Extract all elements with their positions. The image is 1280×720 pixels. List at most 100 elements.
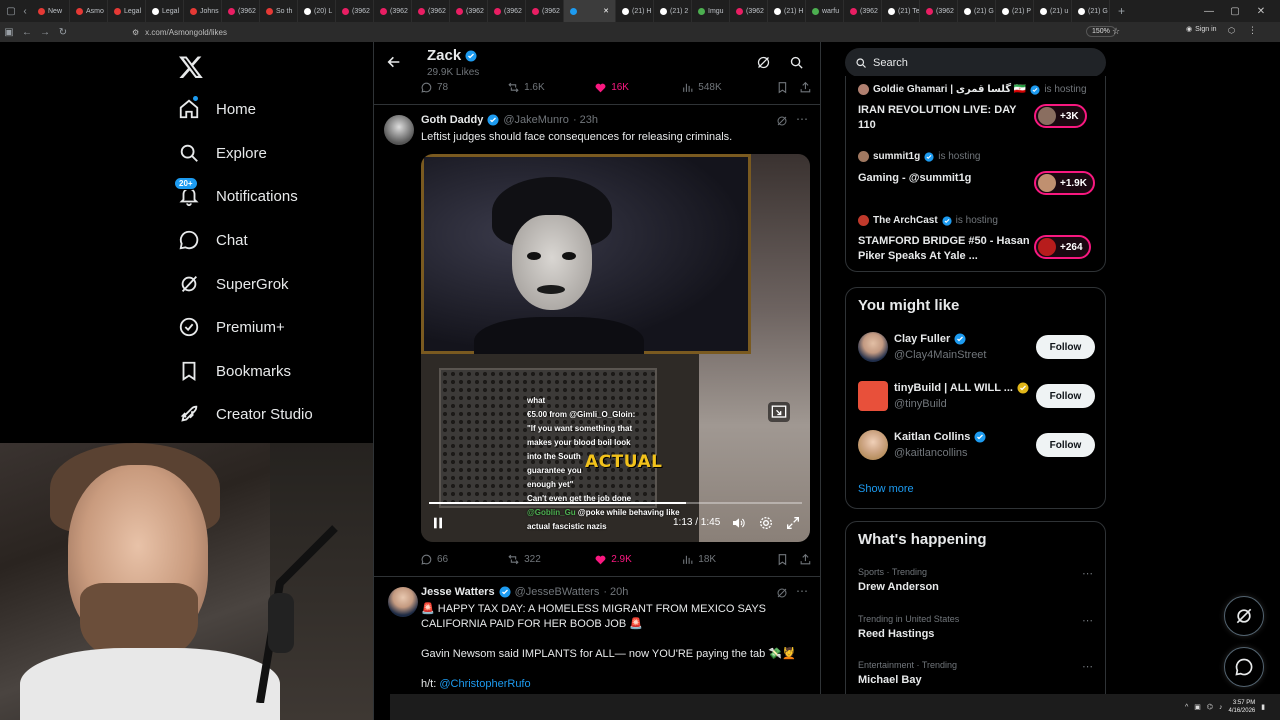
tweet2-author-name[interactable]: Jesse Watters [421,586,495,598]
nav-supergrok[interactable]: SuperGrok [178,273,289,295]
space3-host[interactable]: The ArchCast is hosting [858,215,998,226]
browser-tab[interactable]: (21) H [768,0,806,22]
tweet1-time[interactable]: · 23h [573,114,598,126]
browser-tab[interactable]: (3962 [450,0,488,22]
tray-chevron-icon[interactable]: ^ [1185,704,1188,711]
browser-tab[interactable]: (21) Te [882,0,920,22]
browser-tab[interactable]: Johns [184,0,222,22]
space3-listeners-button[interactable]: +264 [1034,235,1091,259]
trend2-more-icon[interactable]: ⋯ [1082,614,1094,627]
reply-button[interactable]: 78 [420,81,507,94]
tweet2-handle[interactable]: @JesseBWatters [515,586,600,598]
fullscreen-icon[interactable] [785,515,801,531]
user3-avatar[interactable] [858,430,888,460]
browser-tab[interactable]: (21) P [996,0,1034,22]
tab-search-icon[interactable]: ▢ [4,6,18,17]
user2-handle[interactable]: @tinyBuild [894,398,947,410]
browser-tab[interactable]: (3962 [526,0,564,22]
grok-refresh-icon[interactable] [756,55,771,70]
tweet1-video[interactable]: what €5.00 from @Gimli_O_Gloin: "If you wa… [421,154,810,542]
browser-tab[interactable]: ✕ [564,0,616,22]
video-progress-bar[interactable] [429,502,802,504]
grok-explain-icon[interactable] [776,115,788,127]
tweet1-repost-button[interactable]: 322 [507,553,594,566]
show-more-link[interactable]: Show more [858,483,914,495]
maximize-icon[interactable]: ▢ [1222,6,1248,17]
share-icon[interactable] [799,81,812,94]
space2-host[interactable]: summit1g is hosting [858,151,980,162]
browser-tab[interactable]: Legal [108,0,146,22]
tweet2-more-icon[interactable]: ⋯ [796,584,808,598]
user2-name-row[interactable]: tinyBuild | ALL WILL ... [894,382,1029,394]
user3-handle[interactable]: @kaitlancollins [894,447,968,459]
tweet2-avatar[interactable] [388,587,418,617]
space1-title[interactable]: IRAN REVOLUTION LIVE: DAY 110 [858,103,1028,133]
tweet1-views-button[interactable]: 18K [681,553,776,566]
bookmark-star-icon[interactable]: ☆ [1112,26,1120,37]
tweet1-more-icon[interactable]: ⋯ [796,112,808,126]
picture-in-picture-icon[interactable] [768,402,790,422]
browser-tab[interactable]: warfu [806,0,844,22]
browser-tab[interactable]: (21) G [1072,0,1110,22]
browser-tab[interactable]: (3962 [488,0,526,22]
browser-tab[interactable]: (3962 [920,0,958,22]
browser-tab[interactable]: Imgu [692,0,730,22]
browser-tab[interactable]: So th [260,0,298,22]
search-input[interactable]: Search [845,48,1106,77]
trend1-name[interactable]: Drew Anderson [858,581,939,593]
nav-explore[interactable]: Explore [178,142,267,164]
extensions-icon[interactable]: ⬡ [1228,26,1235,35]
trend1-more-icon[interactable]: ⋯ [1082,567,1094,580]
nav-premium[interactable]: Premium+ [178,316,285,338]
like-button[interactable]: 16K [594,81,681,94]
tweet1-reply-button[interactable]: 66 [420,553,507,566]
grok-floating-button[interactable] [1224,596,1264,636]
tweet1-author-name[interactable]: Goth Daddy [421,114,483,126]
space1-host[interactable]: Goldie Ghamari | گلسا قمری 🇮🇷 is hosting [858,84,1087,95]
browser-tab[interactable]: (21) G [958,0,996,22]
volume-icon[interactable] [731,515,747,531]
site-info-icon[interactable]: ⚙ [132,28,139,37]
browser-tab[interactable]: (3962 [412,0,450,22]
notification-center-icon[interactable]: ▮ [1261,703,1265,711]
speaker-icon[interactable]: ♪ [1219,704,1223,711]
trend3-more-icon[interactable]: ⋯ [1082,660,1094,673]
space2-title[interactable]: Gaming - @summit1g [858,171,1028,186]
back-icon[interactable]: ← [18,27,36,38]
header-search-icon[interactable] [789,55,804,70]
user1-avatar[interactable] [858,332,888,362]
nav-notifications[interactable]: 20+ Notifications [174,177,298,207]
close-window-icon[interactable]: ✕ [1248,6,1274,17]
system-clock[interactable]: 3:57 PM 4/16/2026 [1229,699,1256,715]
browser-tab[interactable]: (3962 [374,0,412,22]
sidebar-toggle-icon[interactable]: ▣ [0,27,18,38]
browser-tab[interactable]: (21) 2 [654,0,692,22]
browser-tab[interactable]: New [32,0,70,22]
browser-tab[interactable]: (3962 [844,0,882,22]
browser-tab[interactable]: (3962 [222,0,260,22]
nav-chat[interactable]: Chat [178,229,248,251]
follow-button-user3[interactable]: Follow [1036,433,1095,457]
user3-name-row[interactable]: Kaitlan Collins [894,431,986,443]
repost-button[interactable]: 1.6K [507,81,594,94]
minimize-icon[interactable]: — [1196,6,1222,17]
user1-name-row[interactable]: Clay Fuller [894,333,966,345]
pause-icon[interactable] [430,515,446,531]
space3-title[interactable]: STAMFORD BRIDGE #50 - Hasan Piker Speaks… [858,234,1030,264]
user1-handle[interactable]: @Clay4MainStreet [894,349,986,361]
back-arrow-icon[interactable] [386,54,402,70]
sign-in-button[interactable]: ◉ Sign in [1186,25,1217,34]
x-logo-icon[interactable] [178,54,204,80]
tab-scroll-left-icon[interactable]: ‹ [18,6,32,17]
bookmark-action-icon[interactable] [776,553,789,566]
network-icon[interactable]: ⌬ [1207,703,1213,711]
url-field[interactable]: ⚙ x.com/Asmongold/likes [132,28,227,37]
new-tab-icon[interactable]: + [1110,4,1133,18]
menu-icon[interactable]: ⋮ [1248,25,1257,36]
grok-explain-icon[interactable] [776,587,788,599]
browser-tab[interactable]: (21) u [1034,0,1072,22]
forward-icon[interactable]: → [36,27,54,38]
nav-creator-studio[interactable]: Creator Studio [178,403,313,425]
trend2-name[interactable]: Reed Hastings [858,628,934,640]
tray-app-icon[interactable]: ▣ [1194,703,1201,711]
